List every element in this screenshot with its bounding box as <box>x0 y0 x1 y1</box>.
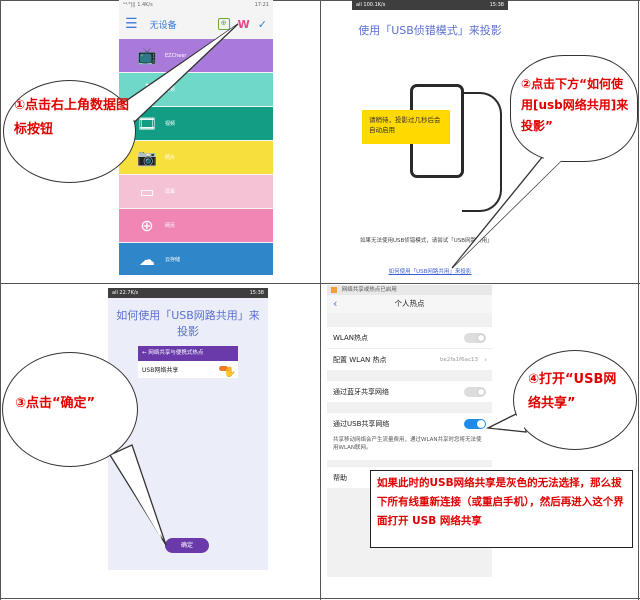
note-box: 如果此时的USB网络共享是灰色的无法选择，那么拔下所有线重新连接（或重启手机），… <box>370 470 633 548</box>
callout-text-4: ④打开“USB网络共享” <box>528 372 617 411</box>
